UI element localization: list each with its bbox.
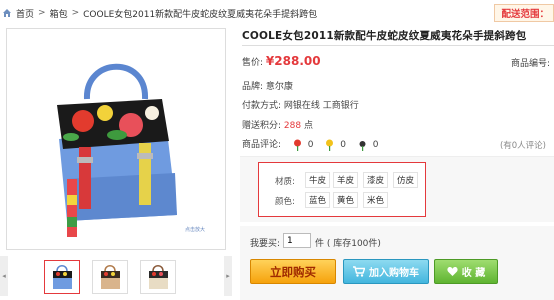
handbag-thumb-icon bbox=[101, 265, 120, 289]
payment-label: 付款方式: bbox=[242, 101, 282, 111]
price-value: ¥288.00 bbox=[265, 54, 321, 68]
points-label: 赠送积分: bbox=[242, 121, 282, 131]
thumbnail-3[interactable] bbox=[140, 260, 176, 294]
brand-row: 品牌: 意尔康 bbox=[242, 79, 293, 92]
handbag-thumb-icon bbox=[53, 265, 72, 289]
product-title: COOLE女包2011新款配牛皮蛇皮纹夏威夷花朵手提斜跨包 bbox=[242, 30, 527, 42]
material-option-patent[interactable]: 漆皮 bbox=[363, 172, 389, 188]
breadcrumb-current: COOLE女包2011新款配牛皮蛇皮纹夏威夷花朵手提斜跨包 bbox=[83, 9, 318, 20]
brand-label: 品牌: bbox=[242, 82, 264, 92]
points-row: 赠送积分: 288 点 bbox=[242, 118, 313, 131]
favorite-button[interactable]: 收 藏 bbox=[434, 259, 498, 284]
favorite-label: 收 藏 bbox=[461, 268, 486, 279]
handbag-image bbox=[57, 63, 177, 237]
options-box: 材质: 牛皮 羊皮 漆皮 仿皮 颜色: 蓝色 黄色 米色 bbox=[258, 162, 426, 217]
thumbnail-1[interactable] bbox=[44, 260, 80, 294]
thumbnail-2[interactable] bbox=[92, 260, 128, 294]
price-label: 售价: bbox=[242, 58, 264, 68]
delivery-range-label[interactable]: 配送范围： bbox=[494, 4, 554, 22]
buy-now-button[interactable]: 立即购买 bbox=[250, 259, 336, 284]
payment-row: 付款方式: 网银在线 工商银行 bbox=[242, 98, 359, 111]
cart-icon bbox=[353, 266, 365, 277]
wilted-flower-icon bbox=[359, 140, 366, 151]
material-label: 材质: bbox=[275, 177, 295, 187]
yellow-flower-icon bbox=[326, 139, 334, 151]
zoom-note: 点击放大 bbox=[184, 227, 205, 233]
buy-now-label: 立即购买 bbox=[270, 264, 316, 279]
heart-icon bbox=[447, 266, 458, 276]
points-value: 288 bbox=[283, 121, 302, 131]
points-unit: 点 bbox=[303, 121, 313, 131]
thumbnail-next-button[interactable]: ▸ bbox=[224, 256, 232, 296]
breadcrumb: 首页 > 箱包 > COOLE女包2011新款配牛皮蛇皮纹夏威夷花朵手提斜跨包 bbox=[0, 0, 554, 26]
home-icon bbox=[3, 9, 11, 17]
add-to-cart-button[interactable]: 加入购物车 bbox=[343, 259, 429, 284]
brand-value: 意尔康 bbox=[265, 82, 293, 92]
thumbnail-prev-button[interactable]: ◂ bbox=[0, 256, 8, 296]
quantity-input[interactable] bbox=[283, 233, 311, 248]
add-to-cart-label: 加入购物车 bbox=[369, 268, 419, 279]
breadcrumb-separator: > bbox=[38, 8, 46, 18]
red-flower-icon bbox=[293, 139, 301, 151]
quantity-label: 我要买: bbox=[250, 239, 281, 249]
breadcrumb-home-link[interactable]: 首页 bbox=[16, 7, 34, 20]
color-option-beige[interactable]: 米色 bbox=[363, 192, 389, 208]
review-count-link[interactable]: (有0人评论) bbox=[500, 139, 546, 151]
breadcrumb-category-link[interactable]: 箱包 bbox=[50, 7, 68, 20]
material-option-cowhide[interactable]: 牛皮 bbox=[305, 172, 331, 188]
rating-medium-count: 0 bbox=[340, 140, 347, 150]
product-page: 首页 > 箱包 > COOLE女包2011新款配牛皮蛇皮纹夏威夷花朵手提斜跨包 … bbox=[0, 0, 554, 300]
color-option-yellow[interactable]: 黄色 bbox=[333, 192, 359, 208]
material-option-sheepskin[interactable]: 羊皮 bbox=[333, 172, 359, 188]
breadcrumb-separator: > bbox=[71, 8, 80, 18]
rating-bad-count: 0 bbox=[372, 140, 379, 150]
stock-note: 件 ( 库存100件) bbox=[315, 239, 381, 249]
rating-label: 商品评论: bbox=[242, 140, 282, 150]
item-number-label: 商品编号: bbox=[510, 59, 550, 69]
price-row: 售价: ¥288.00 bbox=[242, 54, 321, 68]
payment-value: 网银在线 工商银行 bbox=[283, 101, 359, 111]
thumbnail-strip: ◂ ▸ bbox=[0, 256, 232, 296]
rating-good-count: 0 bbox=[307, 140, 314, 150]
color-label: 颜色: bbox=[275, 197, 295, 207]
rating-row: 商品评论: 0 0 0 bbox=[242, 137, 379, 151]
title-divider bbox=[242, 45, 554, 46]
color-option-blue[interactable]: 蓝色 bbox=[305, 192, 331, 208]
main-product-image[interactable]: 点击放大 bbox=[6, 28, 226, 250]
material-option-faux[interactable]: 仿皮 bbox=[393, 172, 419, 188]
handbag-thumb-icon bbox=[149, 265, 168, 289]
